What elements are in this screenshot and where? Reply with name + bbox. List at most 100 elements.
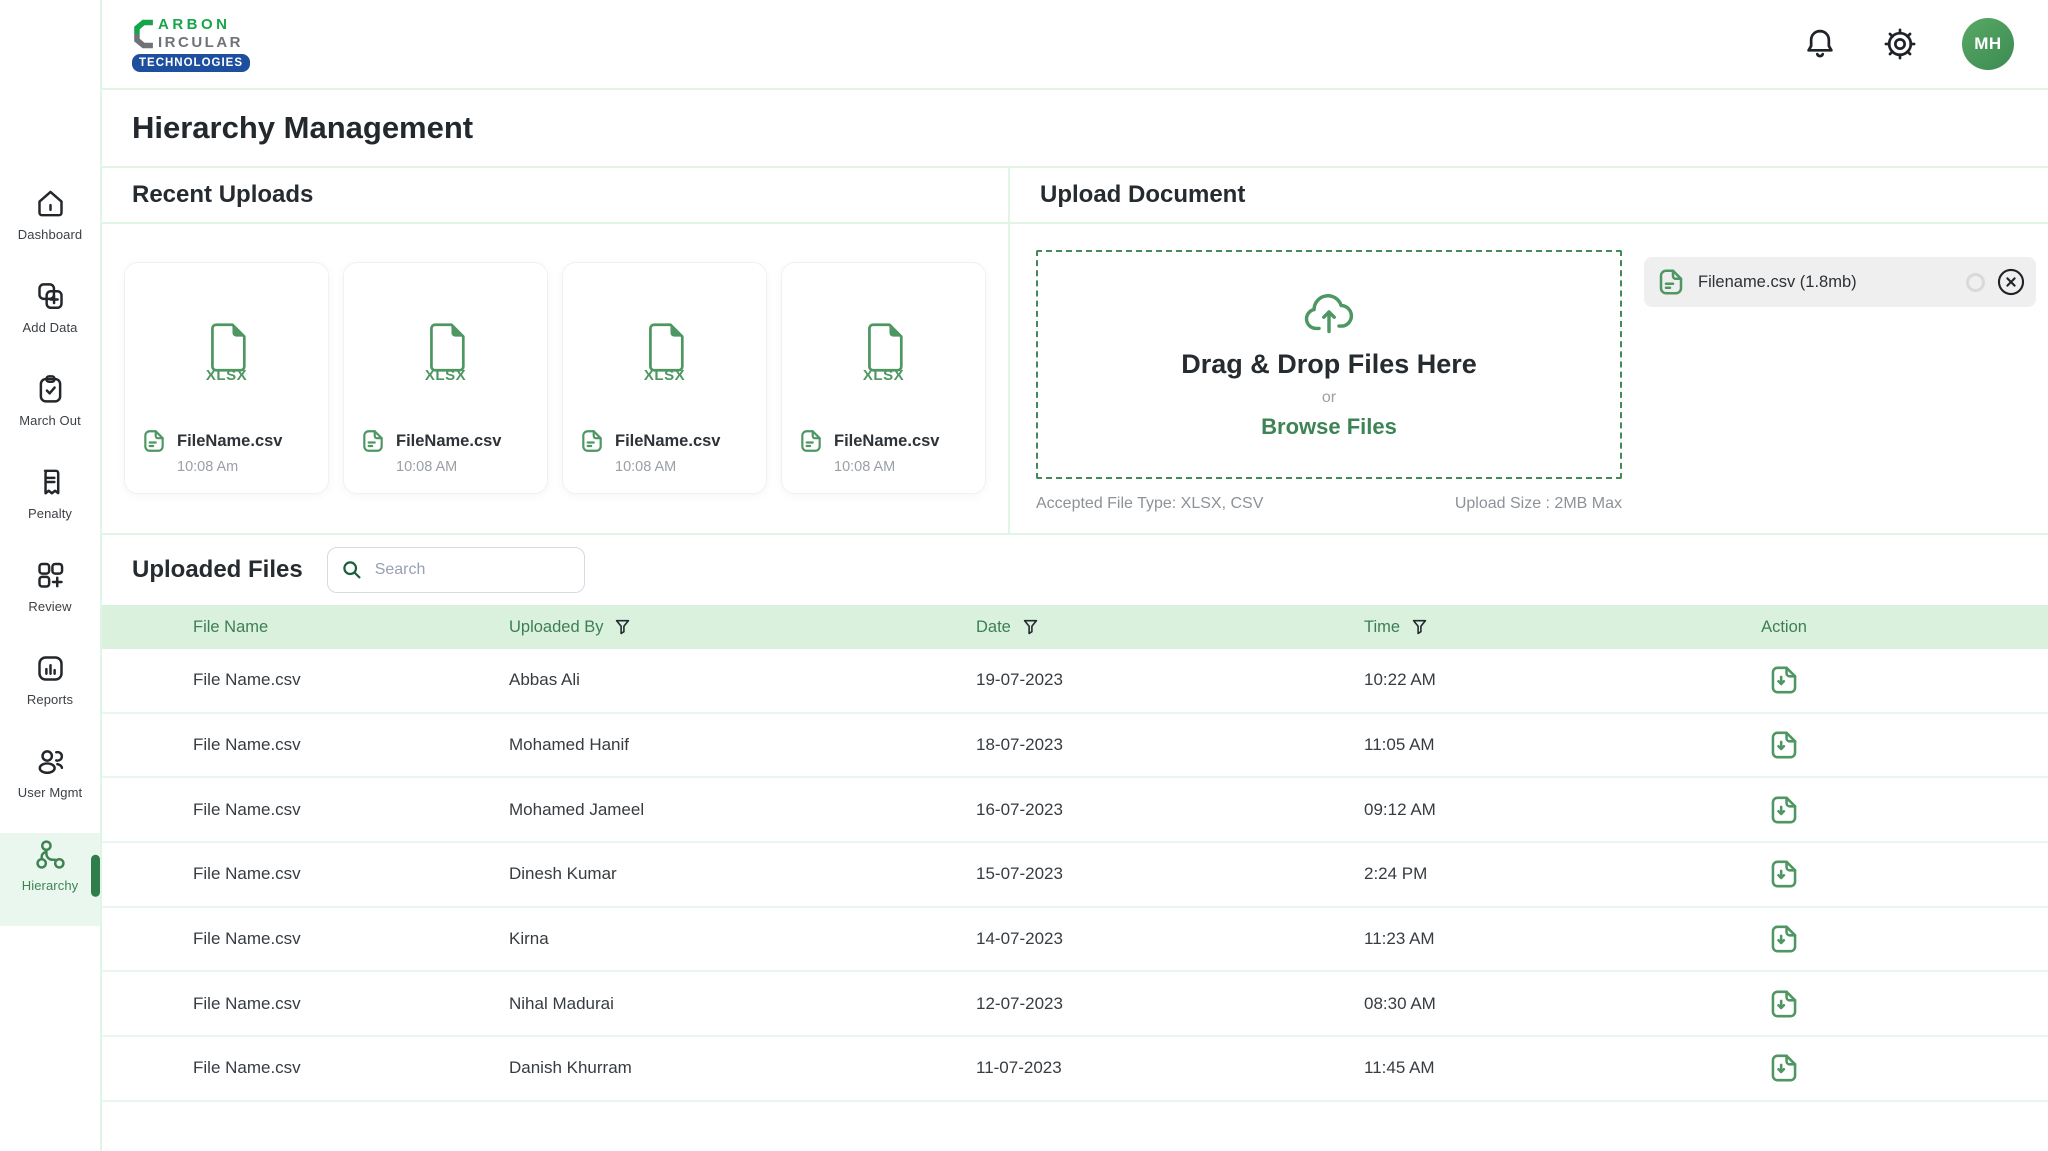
file-type-badge: XLSX: [863, 367, 904, 384]
cell-file-name: File Name.csv: [102, 994, 509, 1014]
table-row: File Name.csv Kirna 14-07-2023 11:23 AM: [102, 908, 2048, 973]
remove-file-close-icon[interactable]: [1997, 268, 2025, 296]
download-file-icon[interactable]: [1767, 793, 1801, 827]
document-icon: [579, 428, 605, 454]
search-icon: [340, 558, 364, 582]
table-row: File Name.csv Dinesh Kumar 15-07-2023 2:…: [102, 843, 2048, 908]
drag-drop-zone[interactable]: Drag & Drop Files Here or Browse Files: [1036, 250, 1622, 479]
filter-funnel-icon[interactable]: [1409, 617, 1430, 638]
sidebar-item-label: Hierarchy: [22, 878, 79, 893]
upload-size-limit-text: Upload Size : 2MB Max: [1455, 495, 1622, 513]
cell-time: 11:23 AM: [1364, 929, 1684, 949]
cell-uploaded-by: Mohamed Jameel: [509, 800, 976, 820]
download-file-icon[interactable]: [1767, 922, 1801, 956]
xlsx-file-icon: XLSX: [798, 277, 969, 428]
filter-funnel-icon[interactable]: [1020, 617, 1041, 638]
card-upload-time: 10:08 Am: [177, 459, 312, 475]
card-file-name: FileName.csv: [834, 432, 939, 451]
hierarchy-flow-icon: [34, 838, 67, 871]
card-upload-time: 10:08 AM: [396, 459, 531, 475]
recent-uploads-panel: Recent Uploads XLSX FileName.csv 10:08 A…: [102, 168, 1008, 533]
upload-progress-circle: [1966, 273, 1985, 292]
cell-time: 2:24 PM: [1364, 864, 1684, 884]
upload-document-title: Upload Document: [1010, 168, 2048, 224]
column-header-time: Time: [1364, 618, 1400, 637]
cell-uploaded-by: Abbas Ali: [509, 670, 976, 690]
download-file-icon[interactable]: [1767, 663, 1801, 697]
cell-uploaded-by: Mohamed Hanif: [509, 735, 976, 755]
sidebar-item-label: Review: [28, 599, 71, 614]
cell-date: 14-07-2023: [976, 929, 1364, 949]
file-type-badge: XLSX: [206, 367, 247, 384]
company-logo: ARBON IRCULAR TECHNOLOGIES: [132, 16, 250, 72]
uploaded-file-chip: Filename.csv (1.8mb): [1644, 257, 2036, 307]
xlsx-file-icon: XLSX: [579, 277, 750, 428]
recent-uploads-cards: XLSX FileName.csv 10:08 Am XLSX: [102, 224, 1008, 494]
download-file-icon[interactable]: [1767, 1051, 1801, 1085]
sidebar-item-march-out[interactable]: March Out: [0, 368, 100, 461]
notifications-bell-icon[interactable]: [1802, 26, 1838, 62]
settings-gear-icon[interactable]: [1882, 26, 1918, 62]
table-row: File Name.csv Abbas Ali 19-07-2023 10:22…: [102, 649, 2048, 714]
download-file-icon[interactable]: [1767, 728, 1801, 762]
cell-date: 12-07-2023: [976, 994, 1364, 1014]
search-box[interactable]: [327, 547, 585, 593]
cell-date: 16-07-2023: [976, 800, 1364, 820]
document-icon: [360, 428, 386, 454]
accepted-file-type-text: Accepted File Type: XLSX, CSV: [1036, 495, 1263, 513]
cell-file-name: File Name.csv: [102, 735, 509, 755]
table-header: File Name Uploaded By Date Time Action: [102, 605, 2048, 649]
sidebar-item-user-mgmt[interactable]: User Mgmt: [0, 740, 100, 833]
cell-file-name: File Name.csv: [102, 929, 509, 949]
cell-uploaded-by: Dinesh Kumar: [509, 864, 976, 884]
column-header-date: Date: [976, 618, 1011, 637]
topbar: ARBON IRCULAR TECHNOLOGIES MH: [102, 0, 2048, 90]
upload-document-panel: Upload Document Drag & Drop Files Here o…: [1008, 168, 2048, 533]
cell-date: 19-07-2023: [976, 670, 1364, 690]
sidebar-item-label: March Out: [19, 413, 81, 428]
cell-date: 11-07-2023: [976, 1058, 1364, 1078]
logo-badge-technologies: TECHNOLOGIES: [132, 54, 250, 72]
sidebar-item-add-data[interactable]: Add Data: [0, 275, 100, 368]
sidebar-item-reports[interactable]: Reports: [0, 647, 100, 740]
xlsx-file-icon: XLSX: [360, 277, 531, 428]
home-icon: [34, 187, 67, 220]
dropzone-heading: Drag & Drop Files Here: [1181, 349, 1477, 380]
download-file-icon[interactable]: [1767, 987, 1801, 1021]
recent-upload-card[interactable]: XLSX FileName.csv 10:08 AM: [781, 262, 986, 494]
recent-upload-card[interactable]: XLSX FileName.csv 10:08 AM: [562, 262, 767, 494]
cell-time: 09:12 AM: [1364, 800, 1684, 820]
document-icon: [1656, 267, 1686, 297]
card-file-name: FileName.csv: [615, 432, 720, 451]
sidebar-item-penalty[interactable]: Penalty: [0, 461, 100, 554]
cell-uploaded-by: Kirna: [509, 929, 976, 949]
browse-files-link[interactable]: Browse Files: [1261, 414, 1397, 440]
cell-file-name: File Name.csv: [102, 1058, 509, 1078]
file-type-badge: XLSX: [644, 367, 685, 384]
download-file-icon[interactable]: [1767, 857, 1801, 891]
recent-upload-card[interactable]: XLSX FileName.csv 10:08 AM: [343, 262, 548, 494]
sidebar-item-hierarchy[interactable]: Hierarchy: [0, 833, 100, 926]
card-upload-time: 10:08 AM: [615, 459, 750, 475]
sidebar-item-label: Reports: [27, 692, 73, 707]
file-type-badge: XLSX: [425, 367, 466, 384]
search-input[interactable]: [373, 560, 572, 580]
grid-plus-icon: [34, 559, 67, 592]
sidebar-item-label: User Mgmt: [18, 785, 82, 800]
sidebar-item-dashboard[interactable]: Dashboard: [0, 182, 100, 275]
user-avatar[interactable]: MH: [1962, 18, 2014, 70]
dropzone-or-text: or: [1322, 389, 1336, 407]
cell-uploaded-by: Danish Khurram: [509, 1058, 976, 1078]
cell-time: 08:30 AM: [1364, 994, 1684, 1014]
recent-upload-card[interactable]: XLSX FileName.csv 10:08 Am: [124, 262, 329, 494]
uploaded-files-title: Uploaded Files: [132, 556, 303, 584]
cell-file-name: File Name.csv: [102, 800, 509, 820]
clipboard-check-icon: [34, 373, 67, 406]
filter-funnel-icon[interactable]: [612, 617, 633, 638]
cell-uploaded-by: Nihal Madurai: [509, 994, 976, 1014]
active-indicator: [91, 854, 100, 896]
sidebar-item-review[interactable]: Review: [0, 554, 100, 647]
cell-time: 11:05 AM: [1364, 735, 1684, 755]
logo-c-glyph: [132, 17, 154, 51]
receipt-icon: [34, 466, 67, 499]
